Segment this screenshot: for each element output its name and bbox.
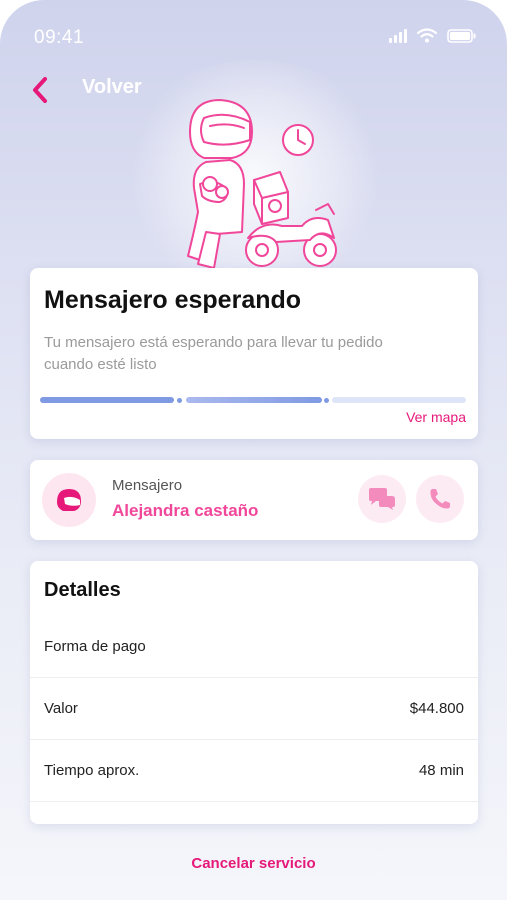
back-button[interactable] <box>22 72 58 108</box>
detail-row-value: Valor $44.800 <box>30 678 478 740</box>
phone-screen: 09:41 Volver Mensajero esperando Tu mens… <box>0 0 507 900</box>
status-icons <box>389 28 477 43</box>
courier-avatar <box>42 473 96 527</box>
status-description: Tu mensajero está esperando para llevar … <box>44 334 383 373</box>
chat-icon <box>369 488 395 510</box>
progress-segment-done <box>40 397 174 403</box>
detail-label: Forma de pago <box>44 638 146 655</box>
detail-label: Tiempo aprox. <box>44 762 140 779</box>
chat-button[interactable] <box>358 475 406 523</box>
courier-name: Alejandra castaño <box>112 501 259 520</box>
detail-row-payment: Forma de pago <box>30 616 478 678</box>
detail-label: Valor <box>44 700 78 717</box>
signal-icon <box>389 28 407 43</box>
cancel-service-button[interactable]: Cancelar servicio <box>0 855 507 872</box>
detail-value: 48 min <box>418 762 464 779</box>
progress-bar <box>40 396 466 404</box>
progress-segment-pending <box>332 397 466 403</box>
courier-illustration <box>187 99 337 269</box>
progress-dot <box>324 398 329 403</box>
battery-icon <box>447 28 476 43</box>
helmet-icon <box>57 489 81 511</box>
progress-segment-active <box>186 397 322 403</box>
courier-card: Mensajero Alejandra castaño <box>30 460 478 540</box>
status-card: Mensajero esperando Tu mensajero está es… <box>30 268 478 439</box>
details-title: Detalles <box>44 579 121 601</box>
view-map-link[interactable]: Ver mapa <box>406 409 466 425</box>
back-label[interactable]: Volver <box>82 76 142 99</box>
status-title: Mensajero esperando <box>44 286 302 314</box>
progress-dot <box>177 398 182 403</box>
detail-row-time: Tiempo aprox. 48 min <box>30 740 478 802</box>
status-time: 09:41 <box>34 27 85 48</box>
details-card: Detalles Forma de pago Valor $44.800 Tie… <box>30 561 478 824</box>
call-button[interactable] <box>416 475 464 523</box>
phone-icon <box>430 489 450 509</box>
detail-value: $44.800 <box>409 700 464 717</box>
wifi-icon <box>417 28 437 43</box>
courier-role: Mensajero <box>112 477 183 494</box>
back-chevron-icon <box>33 77 47 103</box>
